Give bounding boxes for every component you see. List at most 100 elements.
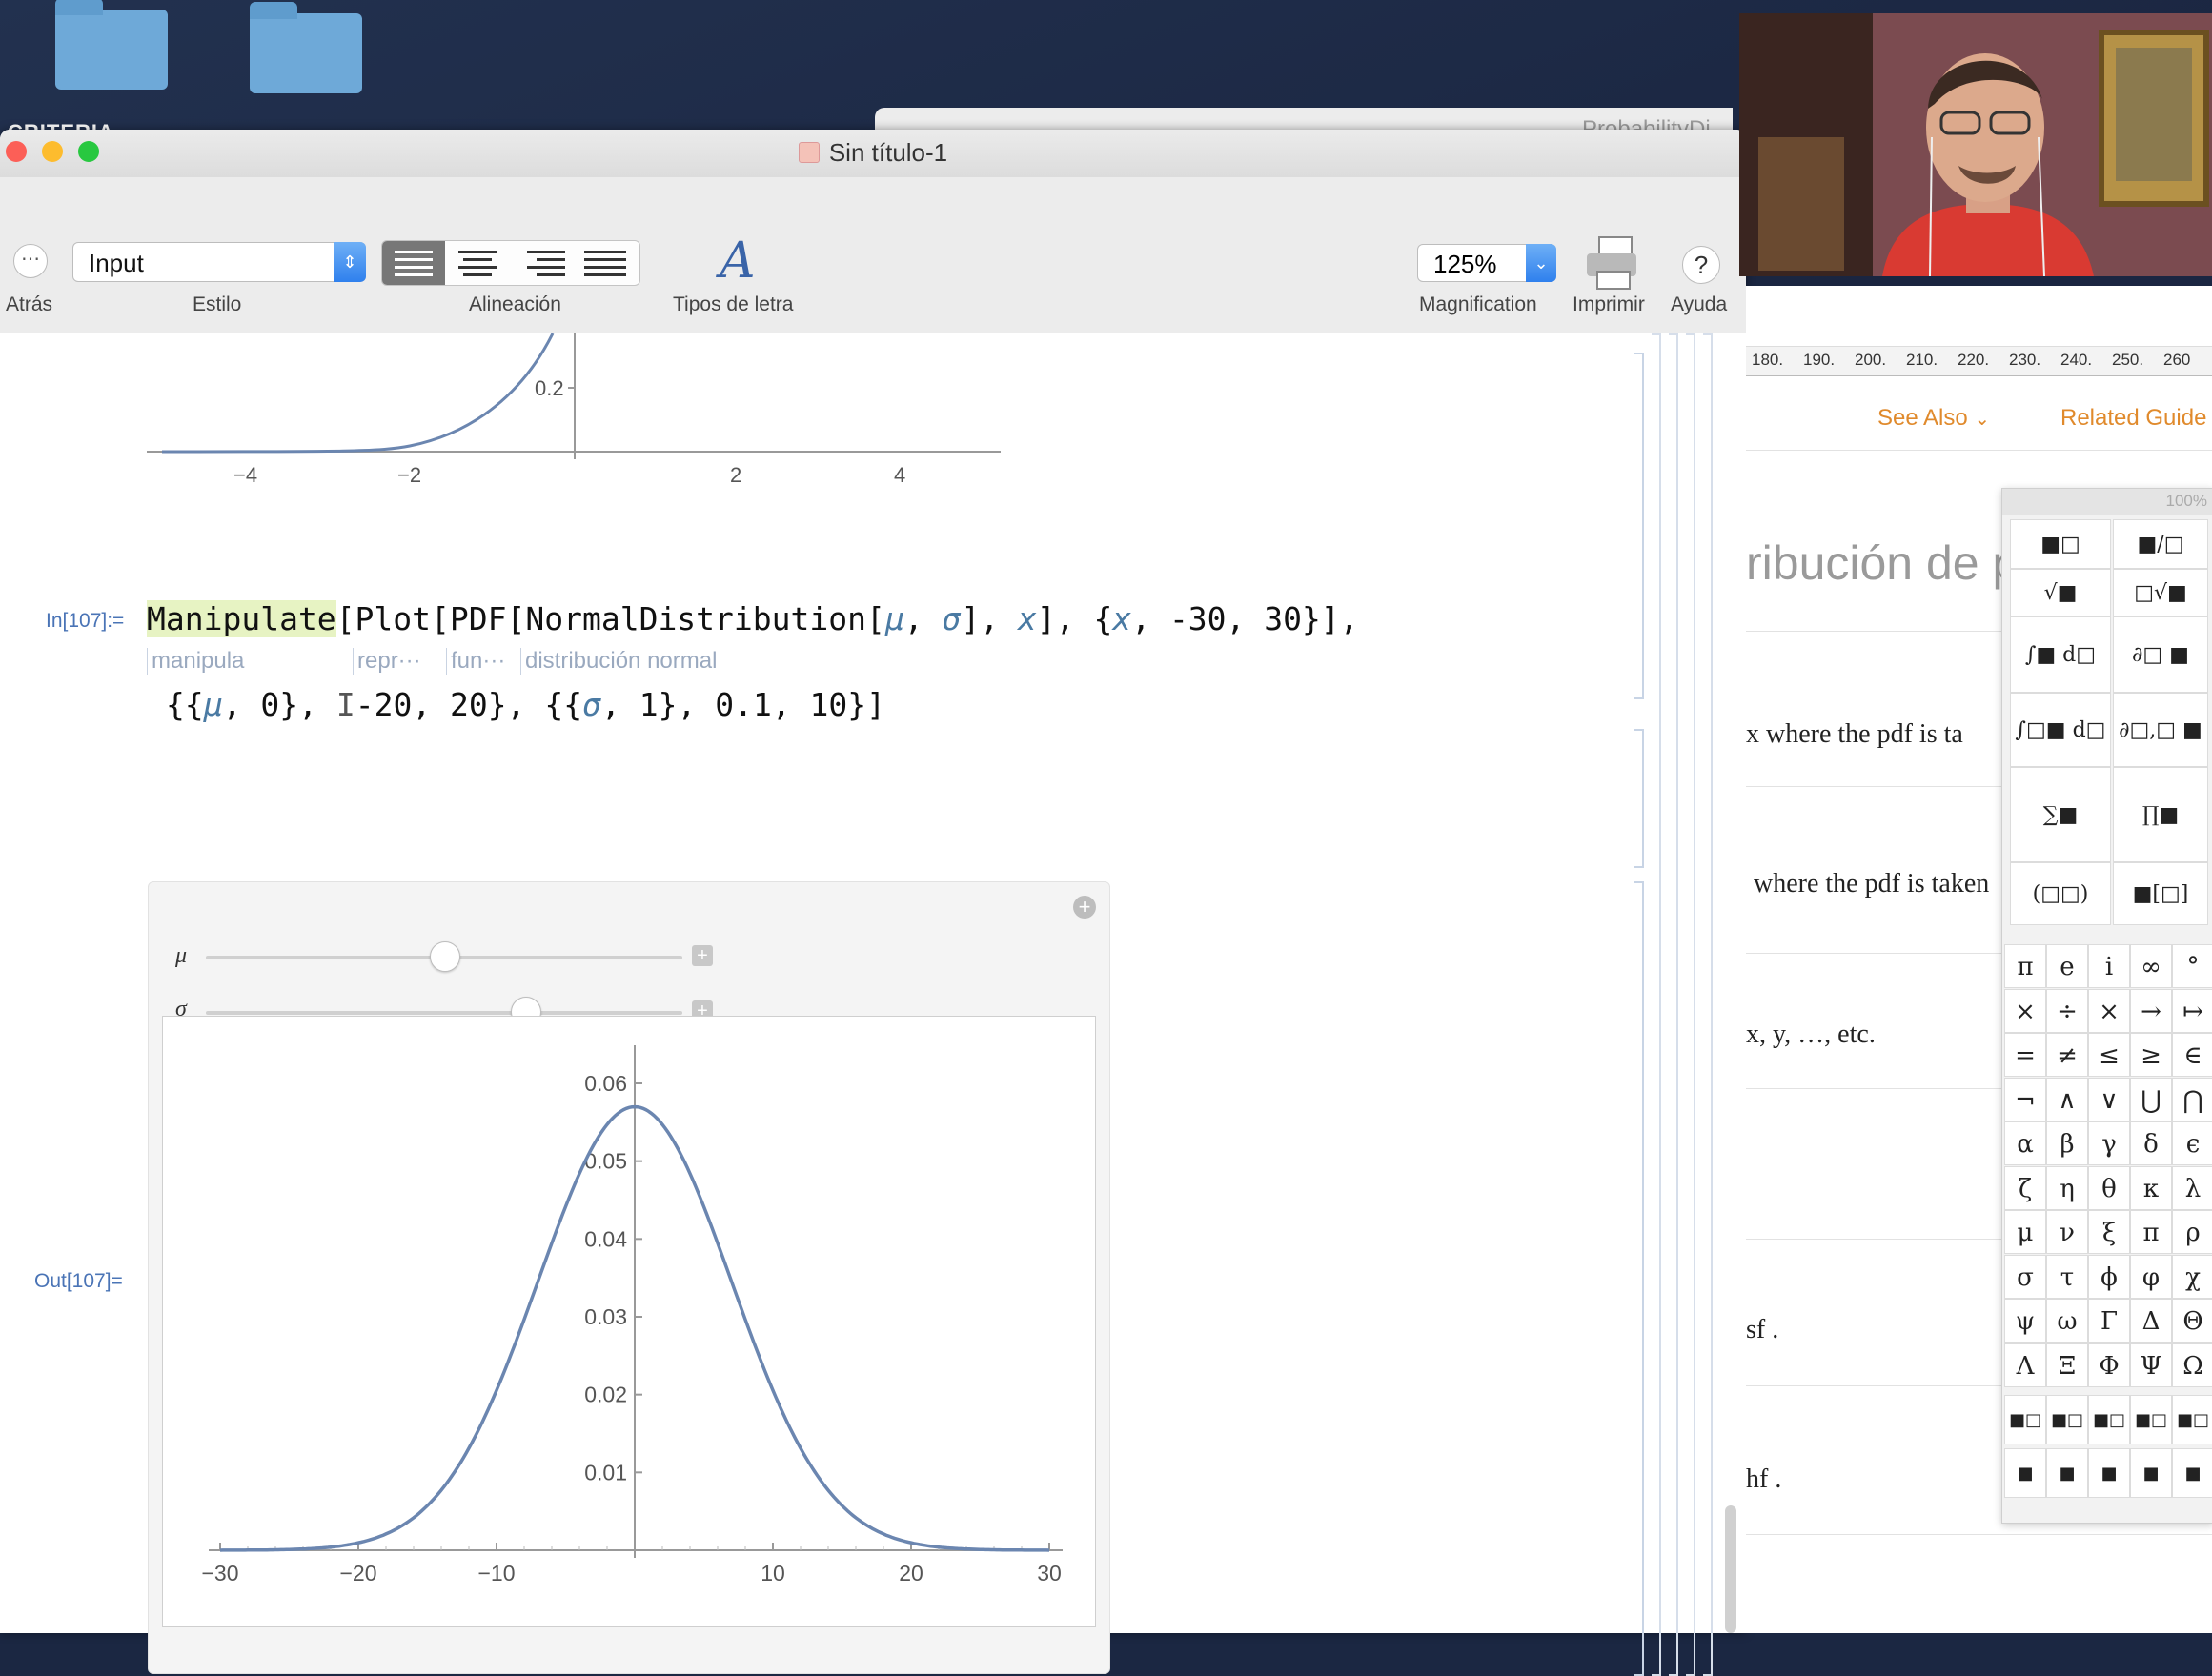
palette-symbol-button[interactable]: ρ [2172,1210,2212,1254]
cell-bracket[interactable] [1634,353,1644,699]
palette-symbol-button[interactable]: Ψ [2130,1343,2172,1387]
magnification-select[interactable]: 125% ⌄ [1417,244,1556,282]
palette-layout-button[interactable]: ■□ [2088,1395,2130,1444]
palette-layout-button[interactable]: ■□ [2172,1395,2212,1444]
palette-symbol-button[interactable]: × [2088,988,2130,1033]
input-line-2[interactable]: {{μ, 0}, I-20, 20}, {{σ, 1}, 0.1, 10}] [166,686,885,723]
palette-layout-button[interactable]: ■ [2172,1448,2212,1498]
palette-symbol-button[interactable]: η [2046,1165,2088,1210]
palette-symbol-button[interactable]: τ [2046,1254,2088,1299]
palette-template-button[interactable]: ∂□,□ ■ [2113,693,2208,767]
palette-symbol-button[interactable]: ≤ [2088,1033,2130,1077]
back-button[interactable]: ⋯ [13,244,48,278]
palette-symbol-button[interactable]: Φ [2088,1343,2130,1387]
style-select[interactable]: Input ⇕ [72,242,366,282]
palette-template-button[interactable]: ■□ [2010,519,2111,569]
palette-template-button[interactable]: □√■ [2113,569,2208,616]
palette-symbol-button[interactable]: μ [2004,1210,2046,1254]
palette-symbol-button[interactable]: ⋃ [2130,1077,2172,1121]
palette-symbol-button[interactable]: ∈ [2172,1033,2212,1077]
fonts-icon[interactable]: A [720,232,756,290]
help-ruler[interactable]: 180. 190. 200. 210. 220. 230. 240. 250. 260 [1746,346,2212,376]
palette-layout-button[interactable]: ■ [2046,1448,2088,1498]
palette-symbol-button[interactable]: Ξ [2046,1343,2088,1387]
palette-layout-button[interactable]: ■ [2130,1448,2172,1498]
palette-symbol-button[interactable]: σ [2004,1254,2046,1299]
printer-icon[interactable] [1587,236,1640,290]
scrollbar-thumb[interactable] [1725,1505,1736,1633]
palette-symbol-button[interactable]: π [2130,1210,2172,1254]
palette-template-button[interactable]: ∏■ [2113,767,2208,862]
palette-symbol-button[interactable]: ν [2046,1210,2088,1254]
chevron-down-icon[interactable]: ⌄ [1526,244,1556,282]
slider-thumb-mu[interactable] [430,941,460,972]
palette-symbol-button[interactable]: Θ [2172,1299,2212,1343]
palette-template-button[interactable]: √■ [2010,569,2111,616]
palette-symbol-button[interactable]: e [2046,944,2088,988]
group-bracket[interactable] [1686,333,1695,1676]
palette-symbol-button[interactable]: Ω [2172,1343,2212,1387]
align-right-button[interactable] [510,241,573,285]
palette-symbol-button[interactable]: θ [2088,1165,2130,1210]
palette-template-button[interactable]: ■/□ [2113,519,2208,569]
palette-template-button[interactable]: ∑■ [2010,767,2111,862]
palette-symbol-button[interactable]: ∞ [2130,944,2172,988]
palette-symbol-button[interactable]: ≥ [2130,1033,2172,1077]
palette-symbol-button[interactable]: ↦ [2172,988,2212,1033]
palette-template-button[interactable]: ∫■ d□ [2010,616,2111,693]
chevron-updown-icon[interactable]: ⇕ [334,242,366,282]
folder-icon[interactable] [250,2,362,93]
palette-symbol-button[interactable]: ψ [2004,1299,2046,1343]
palette-layout-button[interactable]: ■□ [2130,1395,2172,1444]
palette-symbol-button[interactable]: β [2046,1121,2088,1165]
palette-symbol-button[interactable]: ¬ [2004,1077,2046,1121]
palette-symbol-button[interactable]: Λ [2004,1343,2046,1387]
options-plus-icon[interactable]: + [1073,896,1096,919]
palette-symbol-button[interactable]: π [2004,944,2046,988]
group-bracket[interactable] [1669,333,1678,1676]
palette-symbol-button[interactable]: × [2004,988,2046,1033]
help-button[interactable]: ? [1682,246,1720,284]
palette-layout-button[interactable]: ■ [2088,1448,2130,1498]
slider-mu-expand-icon[interactable]: + [692,945,713,966]
align-left-button[interactable] [382,241,445,285]
palette-symbol-button[interactable]: δ [2130,1121,2172,1165]
input-line-1[interactable]: Manipulate[Plot[PDF[NormalDistribution[μ… [147,600,1359,637]
folder-icon[interactable] [55,0,168,90]
related-guides-link[interactable]: Related Guide [2060,405,2206,432]
palette-symbol-button[interactable]: Γ [2088,1299,2130,1343]
palette-symbol-button[interactable]: Δ [2130,1299,2172,1343]
palette-template-button[interactable]: ∂□ ■ [2113,616,2208,693]
palette-symbol-button[interactable]: φ [2130,1254,2172,1299]
align-center-button[interactable] [446,241,509,285]
palette-symbol-button[interactable]: ϵ [2172,1121,2212,1165]
palette-template-button[interactable]: ∫□■ d□ [2010,693,2111,767]
palette-symbol-button[interactable]: κ [2130,1165,2172,1210]
palette-symbol-button[interactable]: i [2088,944,2130,988]
palette-symbol-button[interactable]: ∧ [2046,1077,2088,1121]
palette-layout-button[interactable]: ■ [2004,1448,2046,1498]
palette-symbol-button[interactable]: λ [2172,1165,2212,1210]
align-justify-button[interactable] [574,241,637,285]
cell-bracket[interactable] [1634,729,1644,868]
palette-symbol-button[interactable]: ω [2046,1299,2088,1343]
palette-symbol-button[interactable]: = [2004,1033,2046,1077]
palette-symbol-button[interactable]: ξ [2088,1210,2130,1254]
palette-template-button[interactable]: (□□) [2010,862,2111,925]
palette-symbol-button[interactable]: ÷ [2046,988,2088,1033]
palette-symbol-button[interactable]: ϕ [2088,1254,2130,1299]
group-bracket[interactable] [1652,333,1661,1676]
palette-symbol-button[interactable]: ≠ [2046,1033,2088,1077]
palette-symbol-button[interactable]: ∨ [2088,1077,2130,1121]
slider-sigma[interactable] [206,1011,682,1015]
group-bracket[interactable] [1703,333,1713,1676]
palette-template-button[interactable]: ■[□] [2113,862,2208,925]
palette-zoom[interactable]: 100% [2166,492,2207,511]
see-also-menu[interactable]: See Also ⌄ [1877,405,1990,432]
palette-symbol-button[interactable]: γ [2088,1121,2130,1165]
palette-symbol-button[interactable]: ° [2172,944,2212,988]
palette-layout-button[interactable]: ■□ [2004,1395,2046,1444]
palette-layout-button[interactable]: ■□ [2046,1395,2088,1444]
palette-symbol-button[interactable]: ⋂ [2172,1077,2212,1121]
cell-bracket[interactable] [1634,881,1644,1676]
